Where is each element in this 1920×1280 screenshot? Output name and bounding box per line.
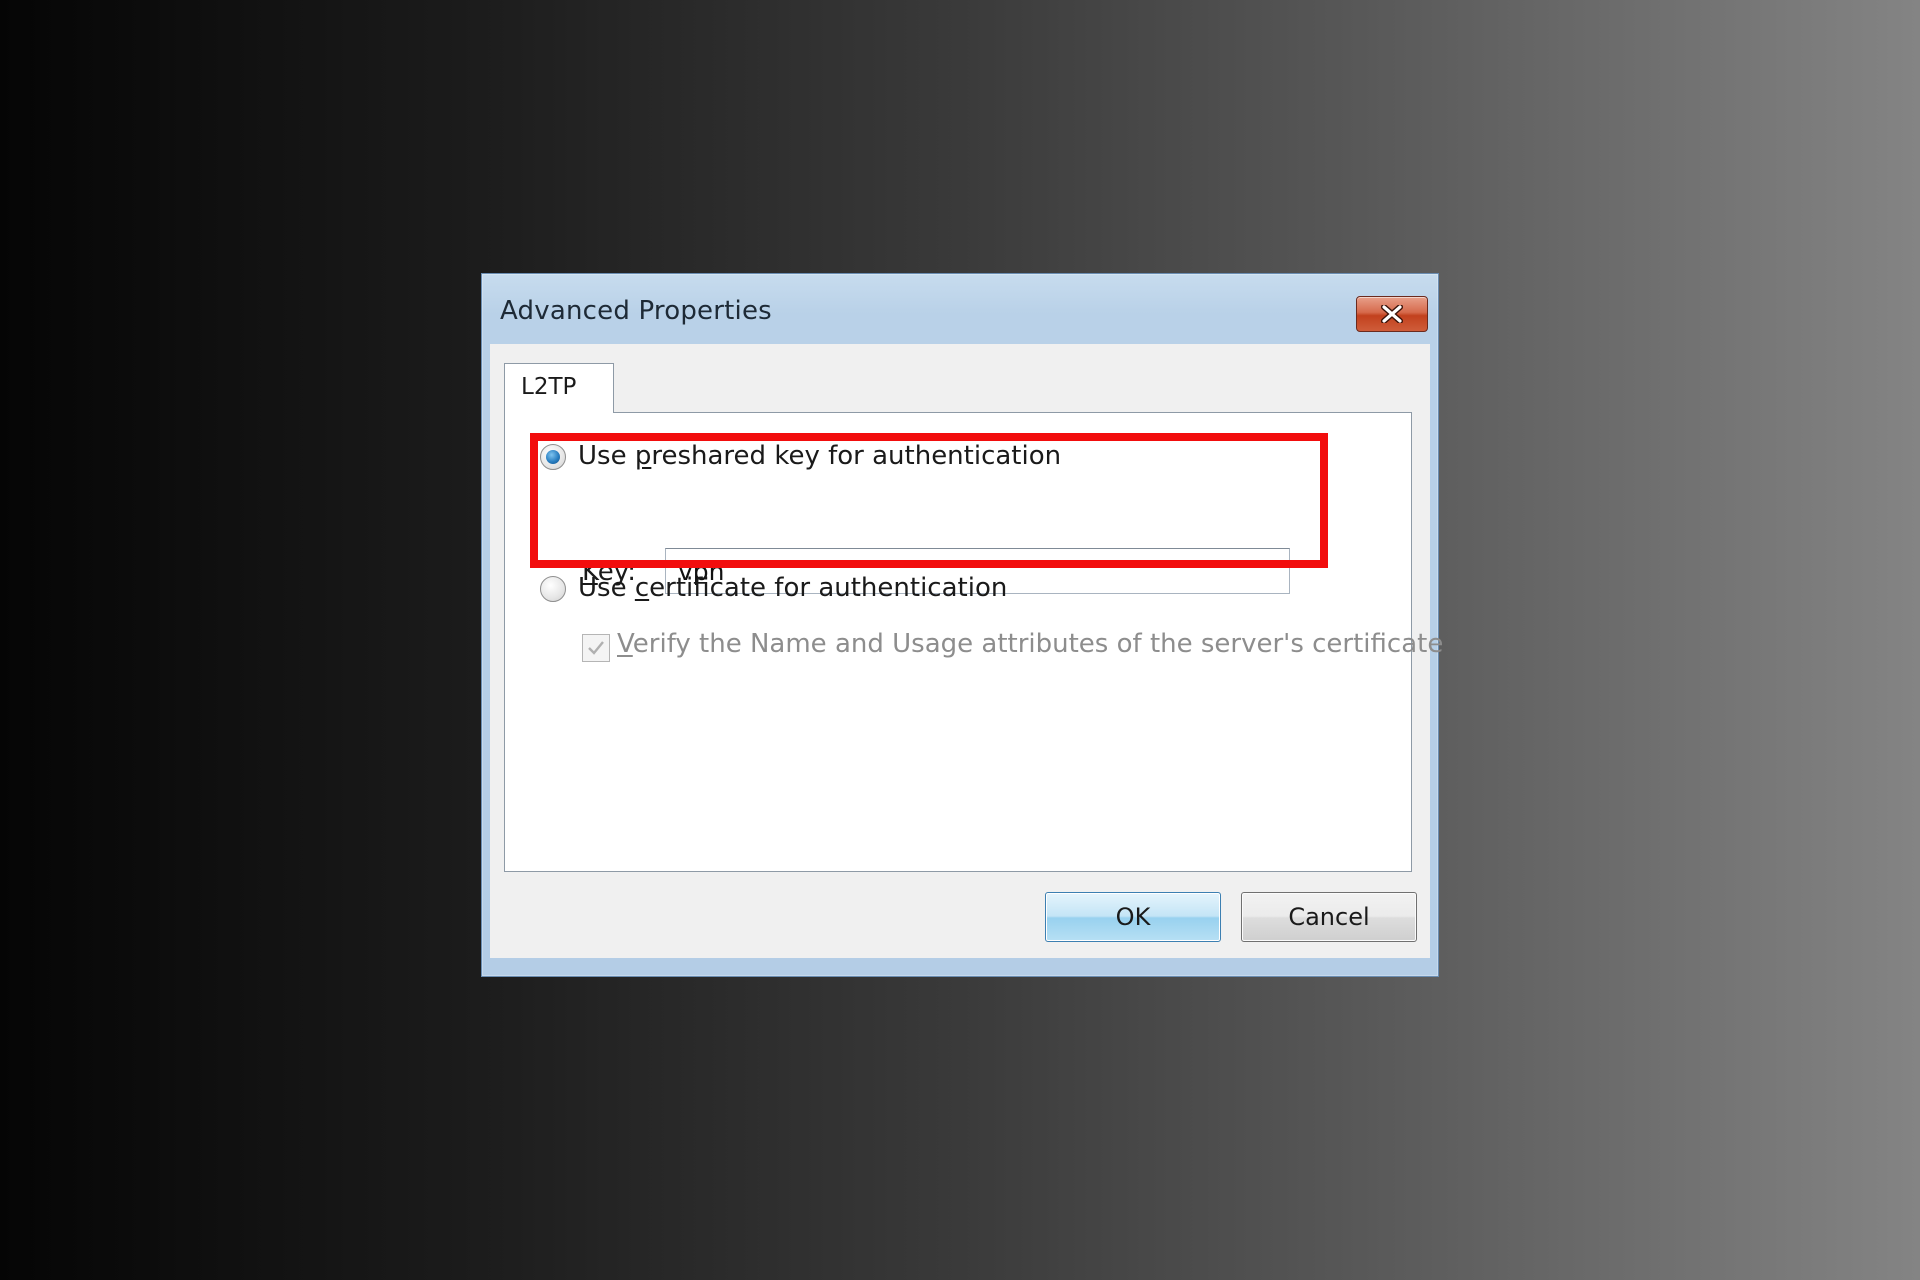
verify-label-rest: erify the Name and Usage attributes of t… [632,629,1444,659]
tab-l2tp[interactable]: L2TP [504,363,614,413]
certificate-accel: c [634,573,650,603]
preshared-key-label-rest: reshared key for authentication [651,441,1062,471]
preshared-key-radio[interactable] [540,444,566,470]
preshared-key-label[interactable]: Use preshared key for authentication [578,441,1061,471]
dialog-client-area: L2TP Use preshared key for authenticatio… [490,344,1443,958]
ok-button[interactable]: OK [1045,892,1221,942]
checkmark-icon [588,641,604,655]
preshared-key-accel: p [634,441,652,471]
preshared-key-label-prefix: Use [578,441,635,471]
window-title: Advanced Properties [500,296,772,326]
certificate-label-rest: ertificate for authentication [649,573,1008,603]
certificate-radio[interactable] [540,576,566,602]
title-bar[interactable]: Advanced Properties [482,274,1438,344]
verify-accel: V [617,629,633,659]
cancel-button[interactable]: Cancel [1241,892,1417,942]
tab-label: L2TP [521,374,577,400]
verify-certificate-label[interactable]: Verify the Name and Usage attributes of … [617,629,1443,659]
certificate-label-prefix: Use [578,573,635,603]
close-icon [1381,305,1403,323]
certificate-label[interactable]: Use certificate for authentication [578,573,1007,603]
close-button[interactable] [1356,296,1428,332]
l2tp-tab-panel: Use preshared key for authentication Key… [504,412,1443,872]
advanced-properties-dialog: Advanced Properties L2TP Use preshared k… [481,273,1443,977]
verify-certificate-checkbox[interactable] [582,634,610,662]
